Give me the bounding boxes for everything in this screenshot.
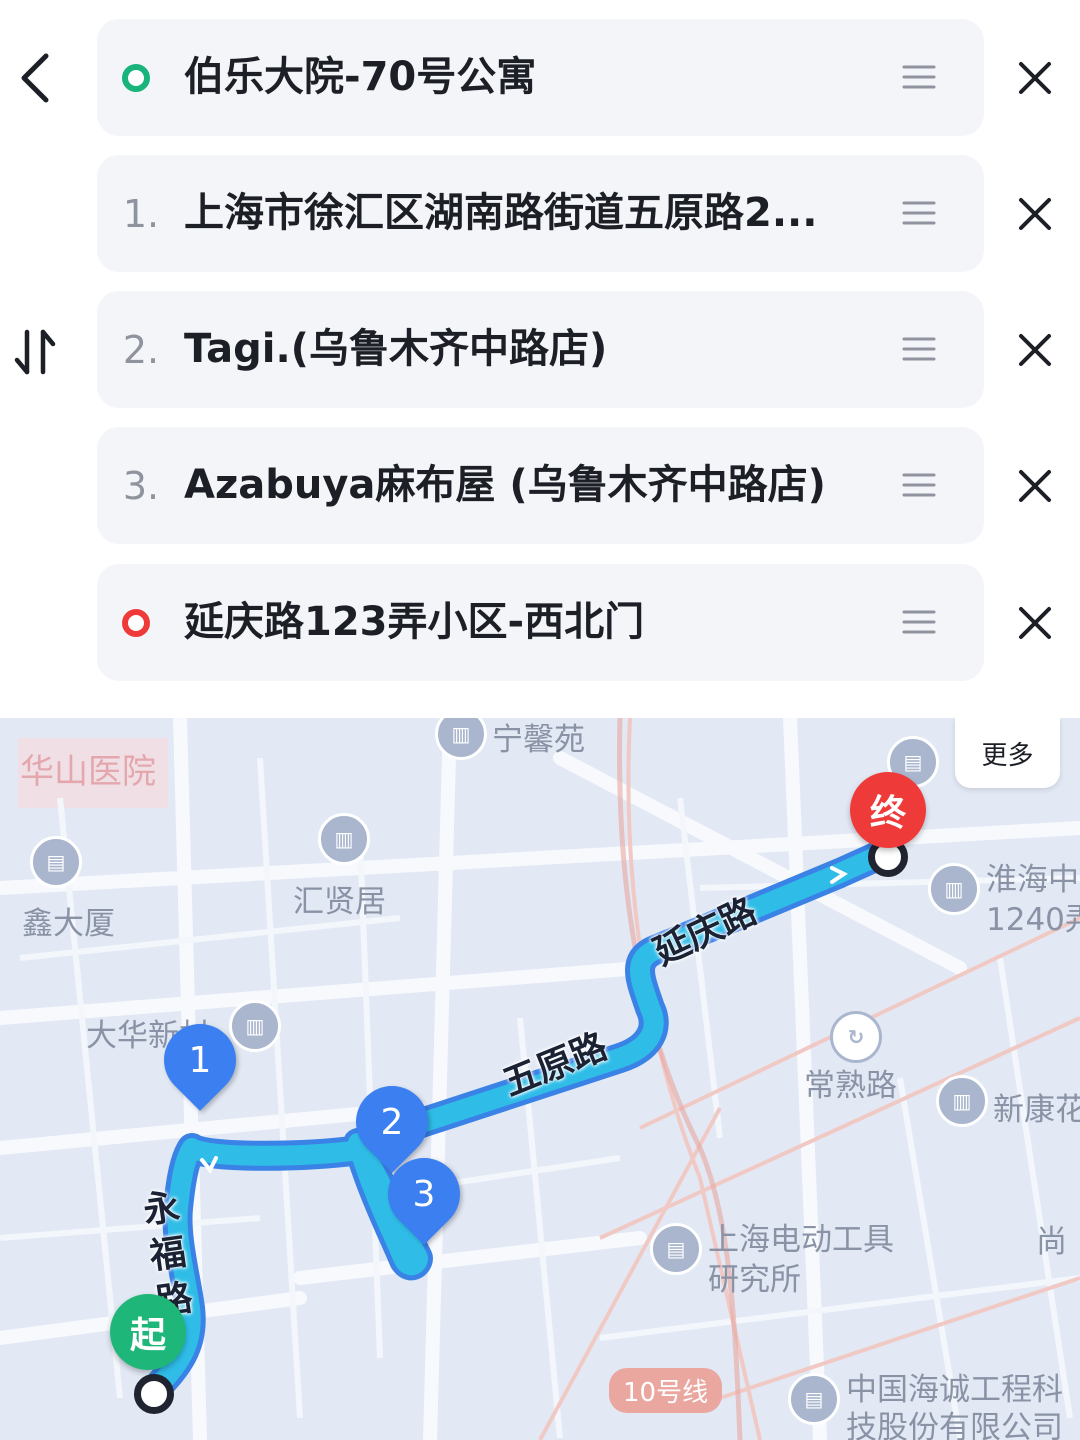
end-badge[interactable]: 终: [850, 772, 926, 848]
place-label: 上海电动工具: [708, 1222, 894, 1258]
place-label: 宁馨苑: [492, 722, 585, 758]
drag-handle-icon: [902, 201, 936, 225]
stop-index: 2.: [122, 327, 160, 372]
building-icon[interactable]: ▥: [318, 813, 370, 865]
waypoint-pin-1[interactable]: 1: [149, 1009, 251, 1111]
place-label: 华山医院: [20, 752, 156, 792]
waypoint-pin-3[interactable]: 3: [373, 1143, 475, 1245]
stop-marker: [97, 19, 175, 136]
place-label: 汇贤居: [293, 884, 386, 920]
close-icon: [1019, 470, 1051, 502]
metro-line-label: 10号线: [609, 1368, 723, 1413]
close-icon: [1019, 334, 1051, 366]
drag-handle-icon: [902, 65, 936, 89]
chevron-left-icon: [21, 53, 49, 103]
building-icon[interactable]: ▥: [229, 1000, 281, 1052]
place-label: 研究所: [708, 1262, 801, 1298]
stop-marker: 2.: [97, 291, 175, 408]
stop-marker: 3.: [97, 427, 175, 544]
stop-row-waypoint-2[interactable]: 2. Tagi.(乌鲁木齐中路店): [97, 291, 984, 408]
place-label: 淮海中: [986, 862, 1079, 898]
metro-station-icon[interactable]: ↻: [830, 1011, 882, 1063]
swap-stops-button[interactable]: [10, 322, 60, 382]
drag-handle[interactable]: [897, 329, 941, 369]
stop-name[interactable]: Tagi.(乌鲁木齐中路店): [184, 291, 864, 408]
stop-name[interactable]: 延庆路123弄小区-西北门: [184, 564, 864, 681]
place-label: 鑫大厦: [22, 906, 115, 942]
stop-row-start[interactable]: 伯乐大院-70号公寓: [97, 19, 984, 136]
building-icon[interactable]: ▥: [936, 1075, 988, 1127]
remove-stop-button[interactable]: [1006, 185, 1064, 243]
building-icon[interactable]: ▤: [788, 1373, 840, 1425]
remove-stop-button[interactable]: [1006, 457, 1064, 515]
building-icon[interactable]: ▤: [650, 1223, 702, 1275]
drag-handle[interactable]: [897, 602, 941, 642]
place-label: 尚: [1036, 1224, 1067, 1260]
close-icon: [1019, 607, 1051, 639]
stop-row-end[interactable]: 延庆路123弄小区-西北门: [97, 564, 984, 681]
start-dot-icon: [122, 63, 150, 92]
stop-row-waypoint-1[interactable]: 1. 上海市徐汇区湖南路街道五原路2...: [97, 155, 984, 272]
drag-handle-icon: [902, 473, 936, 497]
stop-marker: [97, 564, 175, 681]
close-icon: [1019, 62, 1051, 94]
close-icon: [1019, 198, 1051, 230]
remove-stop-button[interactable]: [1006, 49, 1064, 107]
drag-handle[interactable]: [897, 193, 941, 233]
stop-index: 1.: [122, 191, 160, 236]
stop-index: 3.: [122, 463, 160, 508]
building-icon[interactable]: ▥: [928, 863, 980, 915]
drag-handle[interactable]: [897, 57, 941, 97]
stop-name[interactable]: Azabuya麻布屋 (乌鲁木齐中路店): [184, 427, 864, 544]
place-label: 技股份有限公司: [846, 1410, 1063, 1440]
building-icon[interactable]: ▤: [30, 836, 82, 888]
pin-number: 3: [412, 1173, 436, 1215]
stop-name[interactable]: 上海市徐汇区湖南路街道五原路2...: [184, 155, 864, 272]
stop-name[interactable]: 伯乐大院-70号公寓: [184, 19, 864, 136]
remove-stop-button[interactable]: [1006, 594, 1064, 652]
remove-stop-button[interactable]: [1006, 321, 1064, 379]
place-label: 常熟路: [804, 1068, 897, 1104]
stop-row-waypoint-3[interactable]: 3. Azabuya麻布屋 (乌鲁木齐中路店): [97, 427, 984, 544]
place-label: 1240弄: [986, 902, 1080, 938]
drag-handle-icon: [902, 610, 936, 634]
back-button[interactable]: [10, 48, 58, 108]
drag-handle[interactable]: [897, 465, 941, 505]
end-dot-icon: [122, 608, 150, 637]
route-stops-panel: 伯乐大院-70号公寓 1. 上海市徐汇区湖南路街道五原路2... 2. Tagi…: [0, 0, 1080, 718]
pin-number: 2: [380, 1101, 404, 1143]
start-point-marker[interactable]: [134, 1374, 174, 1414]
pin-number: 1: [188, 1039, 212, 1081]
place-label: 新康花: [993, 1092, 1080, 1128]
more-button[interactable]: 更多: [955, 718, 1060, 788]
stop-marker: 1.: [97, 155, 175, 272]
swap-vertical-icon: [14, 329, 56, 375]
drag-handle-icon: [902, 337, 936, 361]
start-badge[interactable]: 起: [110, 1294, 186, 1370]
route-map[interactable]: ▥ ▥ ▤ ▥ ▤ ▥ ▥ ▤ ▤ ↻ 宁馨苑 华山医院 汇贤居 鑫大厦 淮海中…: [0, 718, 1080, 1440]
